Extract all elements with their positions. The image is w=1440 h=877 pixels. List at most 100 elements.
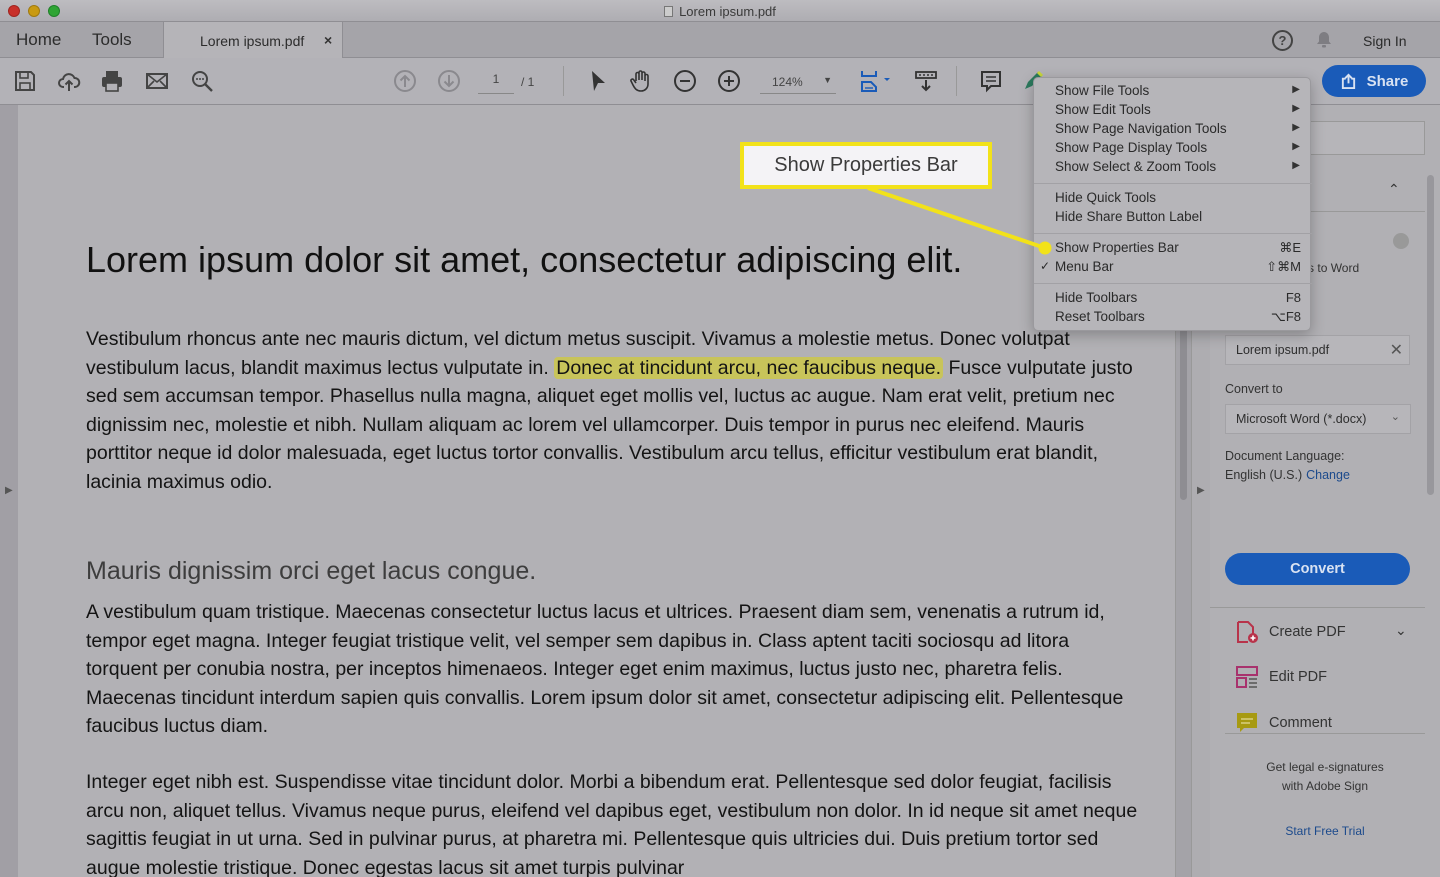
- print-icon[interactable]: [99, 68, 125, 94]
- title-bar: Lorem ipsum.pdf: [0, 0, 1440, 22]
- sign-in-link[interactable]: Sign In: [1363, 33, 1407, 49]
- menu-item-label: Show Select & Zoom Tools: [1055, 159, 1217, 174]
- menu-item-hide-share-button-label[interactable]: Hide Share Button Label: [1034, 209, 1312, 228]
- next-page-icon[interactable]: [436, 68, 462, 94]
- toolbar-context-menu: Show File Tools ▶ Show Edit Tools ▶ Show P…: [1033, 77, 1312, 331]
- menu-item-show-properties-bar[interactable]: Show Properties Bar ⌘E: [1034, 240, 1312, 259]
- scrollbar-thumb[interactable]: [1180, 325, 1187, 500]
- menu-separator: [1034, 233, 1312, 234]
- menu-item-show-page-navigation-tools[interactable]: Show Page Navigation Tools ▶: [1034, 121, 1312, 140]
- divider: [1225, 733, 1425, 734]
- toolbar-divider: [563, 66, 564, 96]
- select-arrow-icon[interactable]: [585, 68, 611, 94]
- convert-format-value: Microsoft Word (*.docx): [1236, 412, 1367, 426]
- comment-icon[interactable]: [978, 68, 1004, 94]
- zoom-in-icon[interactable]: [716, 68, 742, 94]
- tool-edit-pdf[interactable]: Edit PDF: [1235, 662, 1425, 692]
- menu-item-show-page-display-tools[interactable]: Show Page Display Tools ▶: [1034, 140, 1312, 159]
- tool-create-pdf[interactable]: Create PDF ⌄: [1235, 617, 1425, 647]
- notifications-bell-icon[interactable]: [1314, 30, 1334, 50]
- menu-shortcut: ⌘E: [1279, 240, 1301, 255]
- email-icon[interactable]: [144, 68, 170, 94]
- toolbar-divider: [956, 66, 957, 96]
- collapse-right-panel-icon[interactable]: ▶: [1197, 485, 1205, 496]
- edit-pdf-icon: [1236, 666, 1258, 688]
- menu-item-label: Show Page Navigation Tools: [1055, 121, 1227, 136]
- page-number-input[interactable]: 1: [478, 72, 514, 94]
- menu-item-label: Show Edit Tools: [1055, 102, 1151, 117]
- prev-page-icon[interactable]: [392, 68, 418, 94]
- start-free-trial-link[interactable]: Start Free Trial: [1210, 824, 1440, 838]
- share-button[interactable]: Share: [1322, 65, 1426, 97]
- document-paragraph: Integer eget nibh est. Suspendisse vitae…: [86, 771, 1138, 877]
- hand-icon[interactable]: [628, 68, 654, 94]
- menu-separator: [1034, 283, 1312, 284]
- save-icon[interactable]: [12, 68, 38, 94]
- scroll-mode-icon[interactable]: [913, 68, 939, 94]
- promo-text: with Adobe Sign: [1281, 779, 1369, 793]
- chevron-down-icon[interactable]: ⌄: [1395, 622, 1407, 639]
- document-subheading: Mauris dignissim orci eget lacus congue.: [86, 557, 537, 585]
- menu-item-label: Reset Toolbars: [1055, 309, 1145, 324]
- document-language-value: English (U.S.): [1225, 468, 1303, 482]
- window-title-text: Lorem ipsum.pdf: [679, 4, 776, 19]
- zoom-level-select[interactable]: 124% ▼: [760, 72, 836, 94]
- search-icon[interactable]: [189, 68, 215, 94]
- clear-file-icon[interactable]: ✕: [1390, 340, 1403, 360]
- menu-shortcut: ⌥F8: [1270, 309, 1301, 324]
- share-label: Share: [1366, 72, 1409, 90]
- convert-to-label: Convert to: [1225, 382, 1283, 396]
- menu-item-show-edit-tools[interactable]: Show Edit Tools ▶: [1034, 102, 1312, 121]
- menu-item-menu-bar[interactable]: ✓ Menu Bar ⇧⌘M: [1034, 259, 1312, 278]
- zoom-level-value: 124%: [772, 75, 803, 89]
- help-icon[interactable]: ?: [1272, 30, 1293, 51]
- menu-item-label: Menu Bar: [1055, 259, 1114, 274]
- submenu-arrow-icon: ▶: [1292, 141, 1300, 152]
- tab-home[interactable]: Home: [16, 30, 61, 50]
- selected-file-field[interactable]: Lorem ipsum.pdf ✕: [1225, 335, 1410, 365]
- menu-item-show-file-tools[interactable]: Show File Tools ▶: [1034, 83, 1312, 102]
- tool-label: Comment: [1269, 715, 1332, 731]
- menu-item-hide-toolbars[interactable]: Hide Toolbars F8: [1034, 290, 1312, 309]
- zoom-out-icon[interactable]: [672, 68, 698, 94]
- fit-page-icon[interactable]: [858, 68, 894, 94]
- create-pdf-icon: [1237, 621, 1258, 643]
- left-panel-rail[interactable]: ▶: [0, 105, 18, 877]
- document-icon: [664, 6, 674, 17]
- menu-shortcut: ⇧⌘M: [1266, 259, 1301, 274]
- highlighted-text[interactable]: Donec at tincidunt arcu, nec faucibus ne…: [554, 356, 944, 379]
- tab-tools[interactable]: Tools: [92, 30, 132, 50]
- cloud-upload-icon[interactable]: [56, 68, 82, 94]
- menu-item-label: Show File Tools: [1055, 83, 1150, 98]
- submenu-arrow-icon: ▶: [1292, 84, 1300, 95]
- comment-tool-icon: [1237, 713, 1257, 732]
- panel-scrollbar[interactable]: [1427, 175, 1434, 495]
- chevron-up-icon[interactable]: ⌃: [1388, 181, 1400, 198]
- close-tab-icon[interactable]: ×: [324, 32, 332, 48]
- promo-text: Get legal e-signatures: [1266, 760, 1384, 774]
- document-paragraph: A vestibulum quam tristique. Maecenas co…: [86, 601, 1124, 737]
- expand-left-panel-icon[interactable]: ▶: [5, 485, 13, 496]
- divider: [1210, 607, 1425, 608]
- menu-item-reset-toolbars[interactable]: Reset Toolbars ⌥F8: [1034, 309, 1312, 328]
- menu-item-label: Show Page Display Tools: [1055, 140, 1208, 155]
- submenu-arrow-icon: ▶: [1292, 160, 1300, 171]
- menu-item-label: Hide Toolbars: [1055, 290, 1138, 305]
- change-language-link[interactable]: Change: [1306, 468, 1350, 482]
- account-icon[interactable]: [1393, 233, 1409, 249]
- convert-format-select[interactable]: Microsoft Word (*.docx) ⌄: [1225, 404, 1411, 434]
- convert-button[interactable]: Convert: [1225, 553, 1410, 585]
- tool-label: Create PDF: [1269, 624, 1346, 640]
- menu-separator: [1034, 183, 1312, 184]
- menu-item-label: Hide Share Button Label: [1055, 209, 1203, 224]
- menu-item-show-select-zoom-tools[interactable]: Show Select & Zoom Tools ▶: [1034, 159, 1312, 178]
- document-language-label: Document Language:: [1225, 449, 1345, 463]
- menu-item-label: Show Properties Bar: [1055, 240, 1179, 255]
- callout-label: Show Properties Bar: [740, 142, 992, 189]
- file-name: Lorem ipsum.pdf: [1236, 343, 1330, 357]
- menu-item-hide-quick-tools[interactable]: Hide Quick Tools: [1034, 190, 1312, 209]
- tab-document[interactable]: Lorem ipsum.pdf ×: [163, 22, 343, 59]
- document-heading: Lorem ipsum dolor sit amet, consectetur …: [86, 239, 963, 280]
- document-language: English (U.S.) Change: [1225, 468, 1350, 482]
- menu-shortcut: F8: [1285, 290, 1301, 305]
